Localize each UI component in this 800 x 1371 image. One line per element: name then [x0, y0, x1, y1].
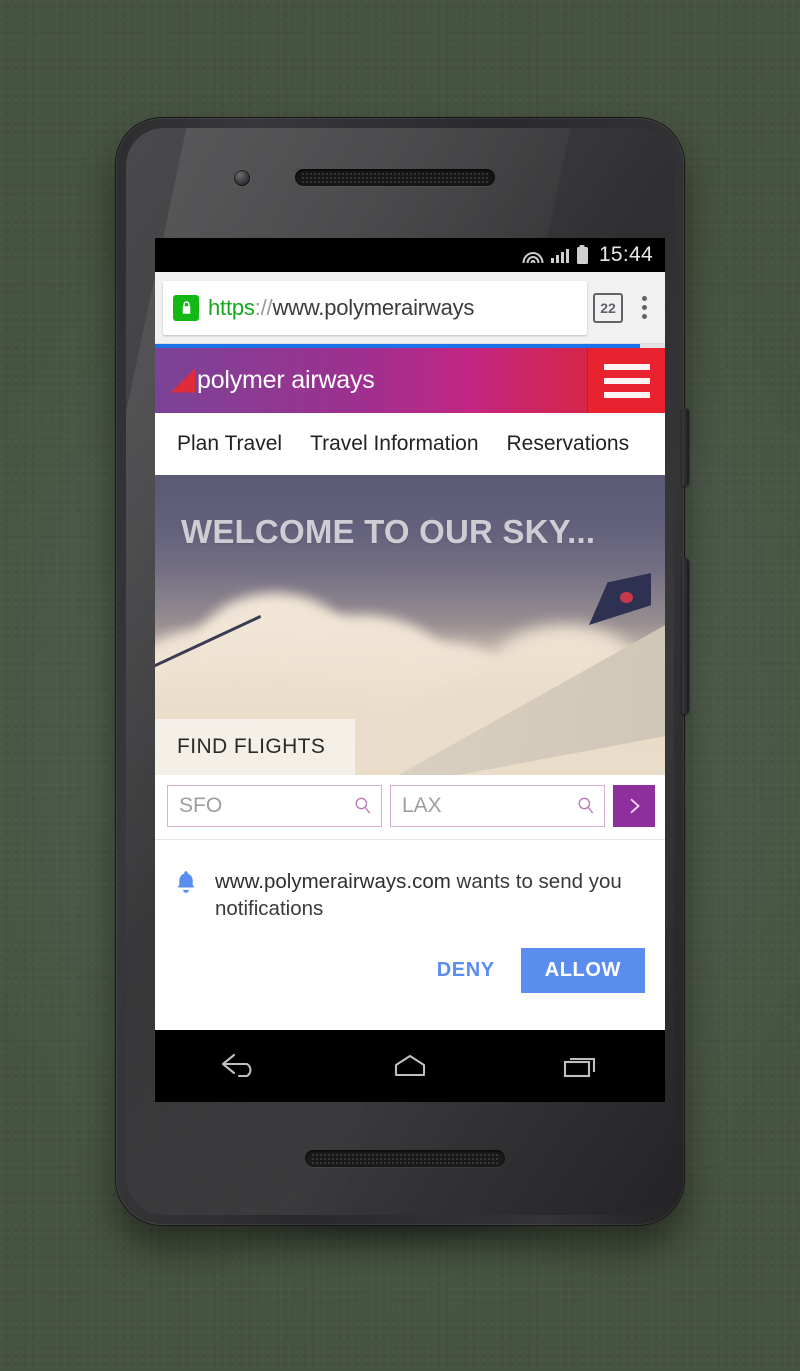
url-host: www.polymerairways [272, 294, 475, 320]
notification-origin: www.polymerairways.com [215, 870, 451, 893]
browser-toolbar: https://www.polymerairways 22 [155, 272, 665, 344]
notification-dialog-body: www.polymerairways.com wants to send you… [173, 866, 645, 922]
url-separator: :// [254, 294, 273, 320]
search-icon [355, 797, 371, 814]
site-header: polymer airways [155, 348, 665, 413]
flight-search-row: SFO LAX [155, 775, 665, 840]
hero-title: WELCOME TO OUR SKY... [181, 513, 596, 550]
volume-rocker-button[interactable] [682, 558, 689, 714]
nav-item-reservations[interactable]: Reservations [507, 432, 630, 456]
cellular-signal-icon [550, 247, 570, 263]
chevron-right-icon [630, 798, 640, 814]
recents-button[interactable] [545, 1043, 615, 1089]
battery-icon [576, 246, 588, 264]
deny-button[interactable]: DENY [421, 949, 511, 992]
back-button[interactable] [205, 1043, 275, 1089]
nav-item-plan-travel[interactable]: Plan Travel [177, 432, 282, 456]
airplane-tail-logo-icon [171, 369, 195, 393]
hero-banner: WELCOME TO OUR SKY... FIND FLIGHTS [155, 475, 665, 775]
brand[interactable]: polymer airways [155, 366, 375, 395]
url-bar[interactable]: https://www.polymerairways [163, 280, 587, 335]
phone-front-glass: 15:44 https://www.polymerairways 22 poly… [126, 128, 674, 1215]
bell-icon [177, 871, 195, 893]
phone-device: 15:44 https://www.polymerairways 22 poly… [116, 118, 689, 1225]
earpiece-speaker-grille [295, 169, 495, 186]
nav-item-travel-information[interactable]: Travel Information [310, 432, 478, 456]
phone-screen: 15:44 https://www.polymerairways 22 poly… [155, 238, 665, 1102]
winglet-logo-icon [620, 592, 633, 603]
power-button[interactable] [682, 408, 689, 486]
notification-permission-dialog: www.polymerairways.com wants to send you… [155, 840, 665, 1010]
search-icon [578, 797, 594, 814]
home-button[interactable] [375, 1043, 445, 1089]
notification-dialog-message: www.polymerairways.com wants to send you… [215, 866, 645, 922]
lock-icon [173, 294, 199, 321]
brand-name: polymer airways [197, 366, 375, 394]
find-flights-label: FIND FLIGHTS [177, 735, 326, 758]
hamburger-menu-icon[interactable] [587, 348, 665, 413]
destination-field[interactable]: LAX [390, 785, 605, 827]
overflow-menu-icon[interactable] [629, 291, 659, 325]
notification-dialog-actions: DENY ALLOW [173, 948, 645, 994]
origin-field[interactable]: SFO [167, 785, 382, 827]
wifi-icon [522, 247, 544, 263]
bottom-speaker-grille [305, 1150, 505, 1167]
recent-apps-icon [563, 1057, 596, 1078]
status-bar-clock: 15:44 [598, 243, 653, 266]
front-camera-icon [234, 170, 250, 186]
url-scheme: https [208, 294, 255, 320]
android-status-bar: 15:44 [155, 238, 665, 272]
tab-counter-button[interactable]: 22 [593, 292, 623, 323]
origin-input[interactable]: SFO [179, 794, 353, 818]
destination-input[interactable]: LAX [402, 794, 576, 818]
allow-button[interactable]: ALLOW [520, 948, 645, 994]
home-icon [394, 1054, 426, 1077]
site-nav: Plan Travel Travel Information Reservati… [155, 413, 665, 475]
find-flights-tab[interactable]: FIND FLIGHTS [155, 719, 356, 775]
url-text: https://www.polymerairways [208, 295, 474, 321]
back-arrow-icon [221, 1053, 252, 1078]
search-submit-button[interactable] [613, 785, 655, 827]
android-nav-bar [155, 1030, 665, 1102]
